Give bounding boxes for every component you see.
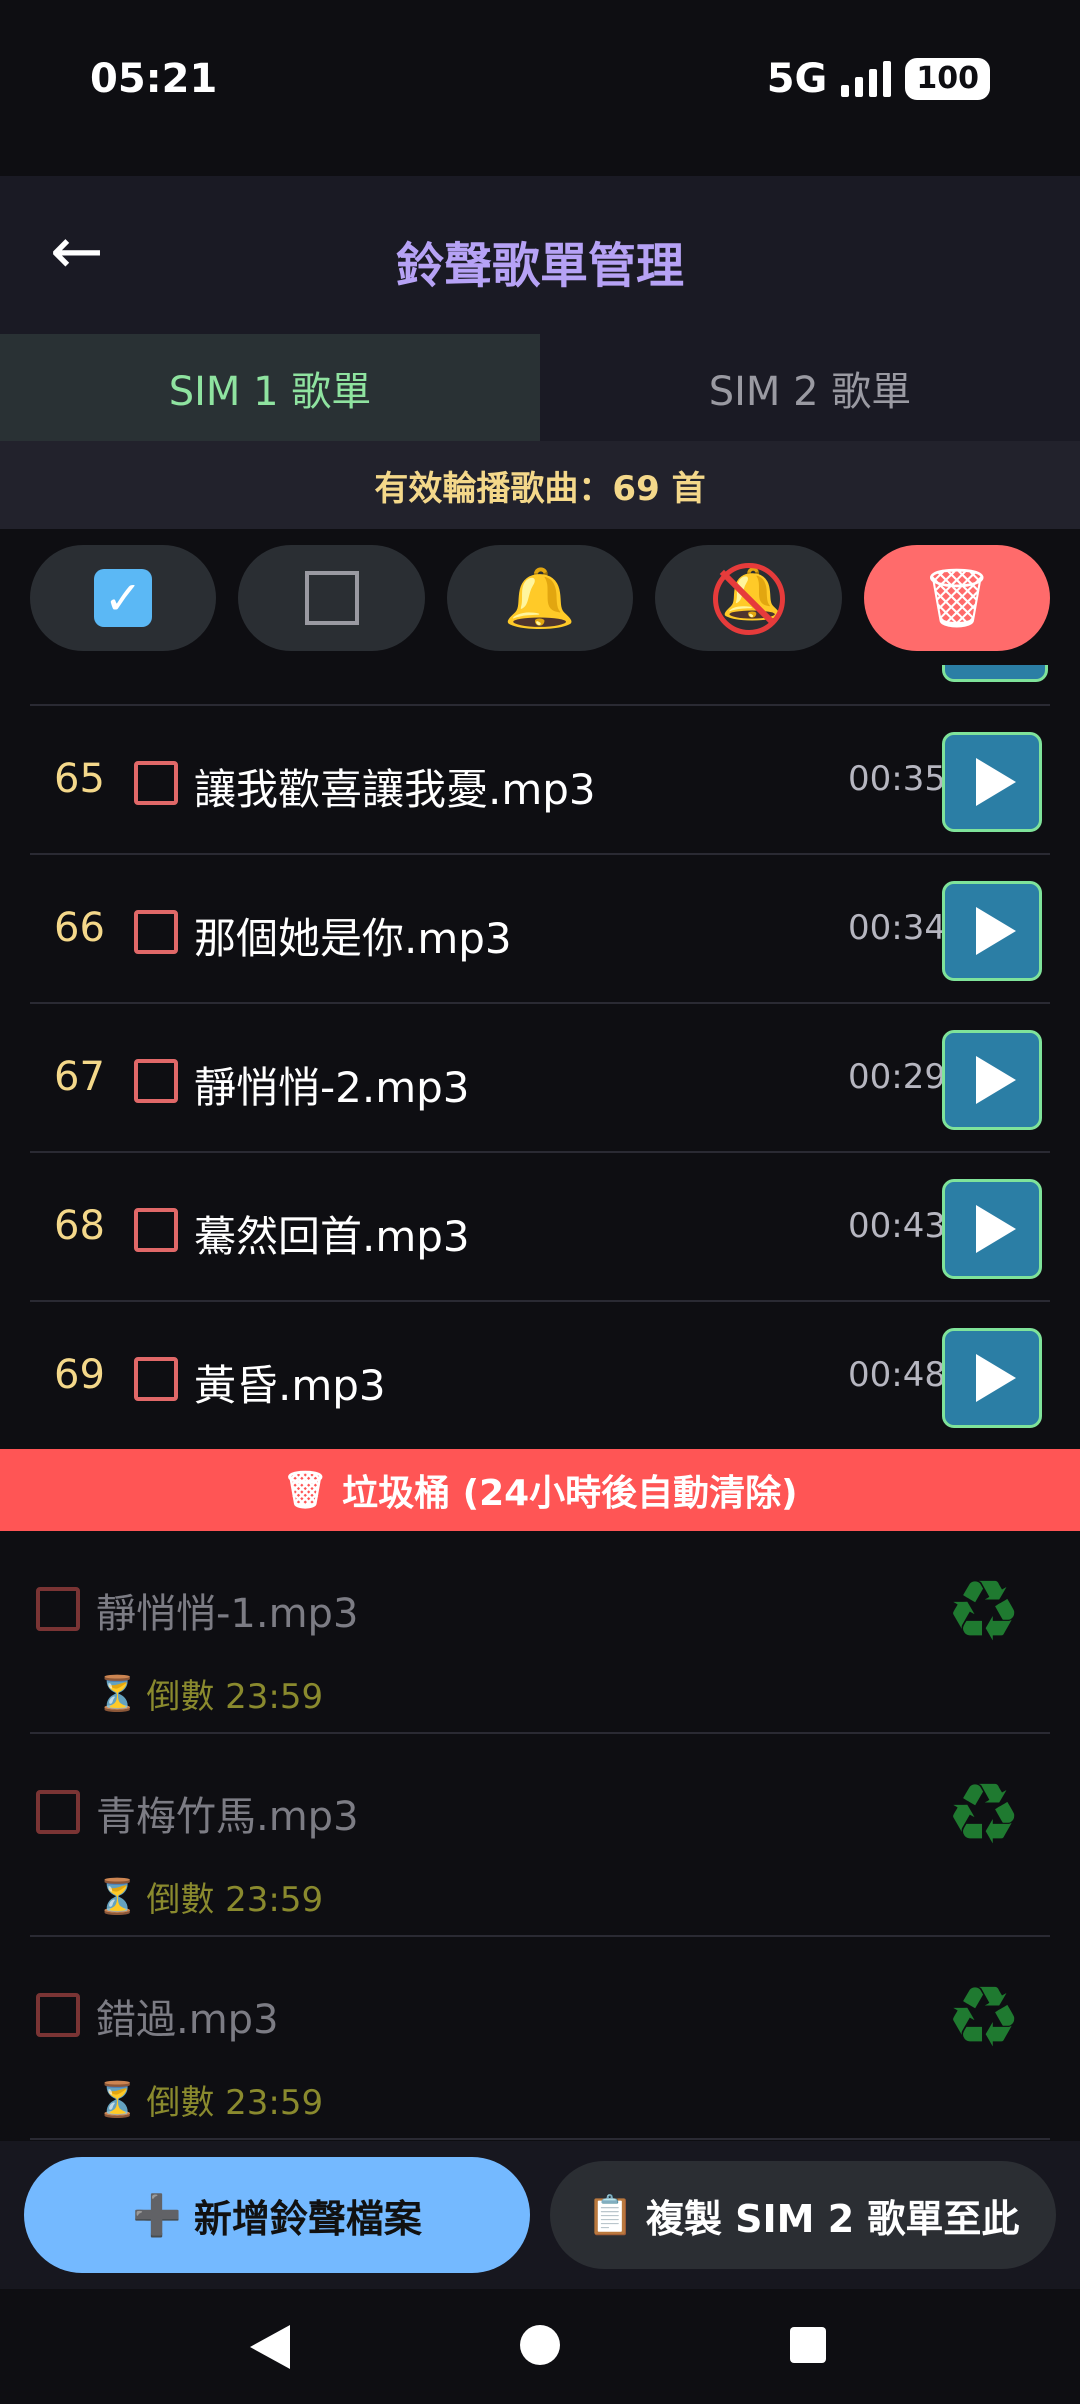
hourglass-icon: ⏳	[96, 2079, 139, 2120]
tab-sim1[interactable]: SIM 1 歌單	[0, 334, 540, 441]
disable-ringtone-button[interactable]: 🔔	[655, 545, 842, 651]
play-icon	[976, 1354, 1016, 1402]
battery-icon: 100	[905, 58, 990, 100]
countdown-text: 倒數 23:59	[146, 1677, 324, 1717]
active-song-count: 有效輪播歌曲：69 首	[0, 441, 1080, 529]
song-row[interactable]: 68 驀然回首.mp3 00:43	[30, 1151, 1050, 1302]
play-button[interactable]	[942, 881, 1042, 981]
song-checkbox[interactable]	[134, 1208, 178, 1252]
hourglass-icon: ⏳	[96, 1673, 139, 1714]
trash-checkbox[interactable]	[36, 1587, 80, 1631]
countdown-label: ⏳ 倒數 23:59	[96, 1872, 323, 1921]
app-bar: ← 鈴聲歌單管理	[0, 176, 1080, 334]
clipboard-icon: 📋	[586, 2192, 634, 2237]
enable-ringtone-button[interactable]: 🔔	[446, 545, 634, 651]
select-all-button[interactable]: ✓	[30, 545, 217, 651]
add-ringtone-label: 新增鈴聲檔案	[193, 2196, 422, 2241]
muted-bell-icon: 🔔	[713, 563, 786, 635]
bell-icon: 🔔	[503, 563, 577, 632]
network-label: 5G	[766, 56, 828, 102]
status-indicators: 5G 100	[767, 56, 990, 102]
trash-item[interactable]: 青梅竹馬.mp3 ⏳ 倒數 23:59 ♻	[30, 1734, 1050, 1937]
song-row[interactable]: 66 那個她是你.mp3 00:34	[30, 853, 1050, 1004]
status-bar: 05:21 5G 100	[0, 0, 1080, 176]
countdown-text: 倒數 23:59	[146, 2083, 324, 2123]
countdown-label: ⏳ 倒數 23:59	[96, 1669, 323, 1718]
play-button[interactable]	[942, 732, 1042, 832]
sim-tabs: SIM 1 歌單 SIM 2 歌單	[0, 334, 1080, 441]
action-toolbar: ✓ 🔔 🔔 🗑	[30, 545, 1051, 651]
signal-icon	[841, 61, 892, 97]
system-nav-bar	[0, 2289, 1080, 2404]
trash-checkbox[interactable]	[36, 1993, 80, 2037]
play-button-partial[interactable]	[942, 665, 1048, 682]
song-name: 讓我歡喜讓我憂.mp3	[194, 765, 596, 814]
hourglass-icon: ⏳	[96, 1876, 139, 1917]
bottom-action-bar: ➕ 新增鈴聲檔案 📋 複製 SIM 2 歌單至此	[0, 2141, 1080, 2289]
plus-icon: ➕	[132, 2192, 182, 2239]
trash-list[interactable]: 靜悄悄-1.mp3 ⏳ 倒數 23:59 ♻ 青梅竹馬.mp3 ⏳ 倒數 23:…	[30, 1531, 1050, 2141]
restore-icon[interactable]: ♻	[946, 1764, 1021, 1864]
play-icon	[976, 758, 1016, 806]
song-list[interactable]: 65 讓我歡喜讓我憂.mp3 00:35 66 那個她是你.mp3 00:34 …	[30, 665, 1050, 1449]
restore-icon[interactable]: ♻	[946, 1967, 1021, 2067]
song-number: 69	[54, 1352, 105, 1398]
empty-checkbox-icon	[304, 571, 359, 625]
play-button[interactable]	[942, 1179, 1042, 1279]
song-duration: 00:43	[848, 1206, 946, 1246]
song-name: 黃昏.mp3	[194, 1361, 386, 1410]
trash-checkbox[interactable]	[36, 1790, 80, 1834]
restore-icon[interactable]: ♻	[946, 1561, 1021, 1661]
delete-selected-button[interactable]: 🗑	[863, 545, 1051, 651]
song-checkbox[interactable]	[134, 761, 178, 805]
song-number: 65	[54, 756, 105, 802]
add-ringtone-button[interactable]: ➕ 新增鈴聲檔案	[24, 2157, 530, 2273]
song-row[interactable]: 69 黃昏.mp3 00:48	[30, 1300, 1050, 1449]
song-checkbox[interactable]	[134, 1059, 178, 1103]
song-number: 66	[54, 905, 105, 951]
countdown-label: ⏳ 倒數 23:59	[96, 2075, 323, 2124]
song-duration: 00:35	[848, 759, 946, 799]
countdown-text: 倒數 23:59	[146, 1880, 324, 1920]
trash-item[interactable]: 靜悄悄-1.mp3 ⏳ 倒數 23:59 ♻	[30, 1531, 1050, 1734]
copy-sim2-button[interactable]: 📋 複製 SIM 2 歌單至此	[550, 2161, 1056, 2269]
song-name: 靜悄悄-2.mp3	[194, 1063, 470, 1112]
trash-icon: 🗑	[282, 1470, 329, 1511]
song-checkbox[interactable]	[134, 910, 178, 954]
song-row[interactable]: 65 讓我歡喜讓我憂.mp3 00:35	[30, 704, 1050, 855]
trash-header: 🗑 垃圾桶 (24小時後自動清除)	[0, 1449, 1080, 1531]
tab-sim2[interactable]: SIM 2 歌單	[540, 334, 1080, 441]
trash-item-name: 錯過.mp3	[96, 1997, 279, 2043]
trash-title: 垃圾桶 (24小時後自動清除)	[342, 1473, 798, 1514]
trash-icon: 🗑	[920, 563, 994, 632]
song-number: 68	[54, 1203, 105, 1249]
page-title: 鈴聲歌單管理	[395, 238, 684, 294]
trash-item-name: 青梅竹馬.mp3	[96, 1794, 359, 1840]
play-icon	[976, 1205, 1016, 1253]
trash-item-name: 靜悄悄-1.mp3	[96, 1591, 359, 1637]
play-icon	[976, 1056, 1016, 1104]
play-button[interactable]	[942, 1328, 1042, 1428]
song-duration: 00:34	[848, 908, 946, 948]
copy-sim2-label: 複製 SIM 2 歌單至此	[645, 2196, 1020, 2241]
divider	[30, 2138, 1050, 2140]
play-button[interactable]	[942, 1030, 1042, 1130]
nav-recents-icon[interactable]	[790, 2327, 826, 2363]
song-name: 那個她是你.mp3	[194, 914, 512, 963]
song-row[interactable]: 67 靜悄悄-2.mp3 00:29	[30, 1002, 1050, 1153]
song-duration: 00:48	[848, 1355, 946, 1395]
status-time: 05:21	[90, 56, 218, 102]
nav-back-icon[interactable]	[250, 2325, 290, 2369]
deselect-all-button[interactable]	[238, 545, 425, 651]
nav-home-icon[interactable]	[520, 2325, 560, 2365]
checked-checkbox-icon: ✓	[94, 569, 153, 627]
song-number: 67	[54, 1054, 105, 1100]
song-duration: 00:29	[848, 1057, 946, 1097]
song-checkbox[interactable]	[134, 1357, 178, 1401]
song-name: 驀然回首.mp3	[194, 1212, 470, 1261]
play-icon	[976, 907, 1016, 955]
trash-item[interactable]: 錯過.mp3 ⏳ 倒數 23:59 ♻	[30, 1937, 1050, 2140]
